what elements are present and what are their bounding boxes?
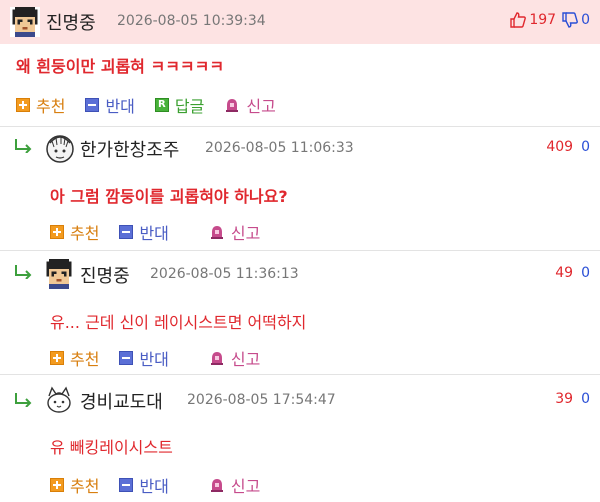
comment-header: 진명중 2026-08-05 10:39:34 197 0 [0, 0, 600, 44]
comment-actions: 추천 반대 R 답글 신고 [16, 93, 296, 117]
recommend-button[interactable]: 추천 [16, 93, 65, 117]
vote-counts: 409 0 [546, 139, 590, 155]
vote-counts: 197 0 [510, 12, 590, 28]
timestamp: 2026-08-05 10:39:34 [117, 13, 266, 29]
comment-2: 한가한창조주 2026-08-05 11:06:33 409 0 아 그럼 깜둥… [0, 127, 600, 250]
oppose-button[interactable]: 반대 [119, 473, 169, 497]
recommend-button[interactable]: 추천 [50, 220, 99, 244]
comment-3: 진명중 2026-08-05 11:36:13 49 0 유... 근데 신이 … [0, 251, 600, 374]
report-icon [209, 477, 225, 493]
nickname[interactable]: 한가한창조주 [80, 136, 179, 162]
report-button[interactable]: 신고 [209, 346, 260, 370]
upvote-count: 39 [555, 391, 574, 407]
report-button[interactable]: 신고 [224, 93, 276, 117]
avatar[interactable] [44, 259, 74, 289]
recommend-button[interactable]: 추천 [50, 346, 99, 370]
comment-text: 유... 근데 신이 레이시스트면 어떡하지 [50, 313, 307, 332]
downvote-count: 0 [581, 12, 590, 28]
upvote-count: 49 [555, 265, 574, 281]
vote-counts: 39 0 [555, 391, 590, 407]
oppose-button[interactable]: 반대 [85, 93, 135, 117]
upvote-count: 409 [546, 139, 574, 155]
downvote-count: 0 [581, 139, 590, 155]
thumbs-down-icon [562, 12, 578, 28]
oppose-icon [85, 98, 100, 112]
timestamp: 2026-08-05 11:36:13 [150, 266, 299, 282]
upvote-count: 197 [529, 12, 557, 28]
thumbs-up-icon [510, 12, 526, 28]
comment-actions: 추천 반대 신고 [50, 473, 280, 497]
vote-counts: 49 0 [555, 265, 590, 281]
oppose-button[interactable]: 반대 [119, 346, 169, 370]
report-button[interactable]: 신고 [209, 473, 260, 497]
recommend-icon [50, 225, 64, 239]
recommend-icon [16, 98, 30, 112]
oppose-button[interactable]: 반대 [119, 220, 169, 244]
report-icon [224, 97, 240, 113]
timestamp: 2026-08-05 11:06:33 [205, 140, 354, 156]
nickname[interactable]: 진명중 [80, 262, 130, 288]
oppose-icon [119, 478, 134, 492]
oppose-icon [119, 225, 134, 239]
recommend-button[interactable]: 추천 [50, 473, 99, 497]
comment-actions: 추천 반대 신고 [50, 220, 280, 244]
reply-arrow-icon [14, 393, 34, 407]
oppose-icon [119, 351, 134, 365]
recommend-icon [50, 478, 64, 492]
nickname[interactable]: 경비교도대 [80, 388, 163, 414]
reply-button[interactable]: R 답글 [154, 93, 204, 117]
avatar[interactable] [10, 7, 40, 37]
comment-text: 유 빼킹레이시스트 [50, 438, 173, 457]
downvote-count: 0 [581, 391, 590, 407]
report-button[interactable]: 신고 [209, 220, 260, 244]
comment-actions: 추천 반대 신고 [50, 346, 280, 370]
comment-4: 경비교도대 2026-08-05 17:54:47 39 0 유 빼킹레이시스트… [0, 375, 600, 502]
comment-text: 아 그럼 깜둥이를 괴롭혀야 하나요? [50, 187, 288, 206]
reply-arrow-icon [14, 139, 34, 153]
downvote-count: 0 [581, 265, 590, 281]
recommend-icon [50, 351, 64, 365]
nickname[interactable]: 진명중 [46, 9, 96, 35]
avatar[interactable] [44, 385, 74, 415]
report-icon [209, 350, 225, 366]
timestamp: 2026-08-05 17:54:47 [187, 392, 336, 408]
comment-1: 진명중 2026-08-05 10:39:34 197 0 왜 흰둥이만 괴롭혀… [0, 0, 600, 126]
comment-text: 왜 흰둥이만 괴롭혀 ㅋㅋㅋㅋㅋ [16, 57, 225, 76]
reply-icon: R [154, 98, 169, 112]
report-icon [209, 224, 225, 240]
reply-arrow-icon [14, 265, 34, 279]
avatar[interactable] [44, 133, 76, 165]
